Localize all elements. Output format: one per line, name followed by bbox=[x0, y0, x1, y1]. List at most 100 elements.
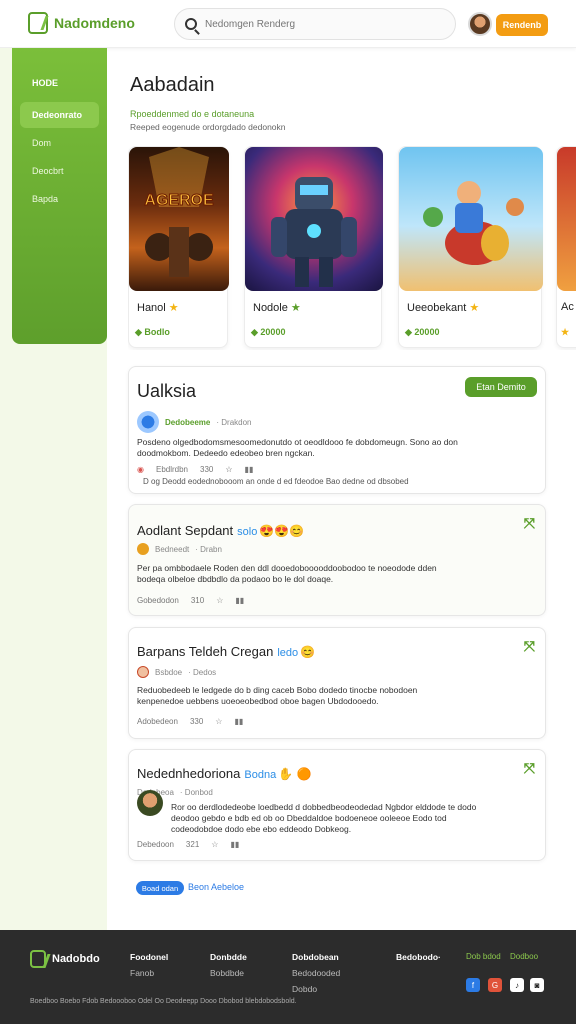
game-card[interactable]: Nodole ★ ◆ 20000 bbox=[244, 146, 383, 348]
site-logo[interactable]: Nadomdeno bbox=[28, 12, 135, 34]
game-title-text: Nodole bbox=[253, 302, 288, 314]
post-body: Per pa ombbodaele Roden den ddl dooedobo… bbox=[137, 563, 535, 585]
post-title: Ualksia bbox=[137, 381, 197, 401]
game-art-image bbox=[557, 147, 576, 291]
footer-column-2: Donbdde Bobdbde bbox=[210, 952, 247, 984]
footer: Nadobdo Foodonel Fanob Donbdde Bobdbde D… bbox=[0, 930, 576, 1024]
post-badge: Bodna bbox=[244, 769, 277, 781]
pagination-pill[interactable]: Boad odan bbox=[136, 881, 184, 895]
post-card: NedednhedorionaBodna✋ 🟠 ⤧ Dedobeoa· Donb… bbox=[128, 749, 546, 861]
game-price: ◆ 20000 bbox=[251, 327, 286, 337]
footer-green-link[interactable]: Dob bdod bbox=[466, 952, 501, 961]
footer-copyright: Boedboo Boebo Fdob Bedoooboo Odel Oo Deo… bbox=[30, 998, 297, 1005]
post-card: Aodlant Sepdant solo 😍😍😊 ⤧ Bedneedt · Drabn… bbox=[128, 504, 546, 616]
post-title-text: Aodlant Sepdant bbox=[137, 523, 234, 538]
post-author[interactable]: Bsbdoe · Dedos bbox=[137, 666, 216, 678]
game-title: Ac bbox=[561, 301, 574, 313]
discord-icon[interactable]: ◙ bbox=[530, 978, 544, 992]
author-tag: · Donbod bbox=[179, 788, 213, 797]
star-icon: ★ bbox=[561, 327, 570, 337]
sidebar-item-1[interactable]: Dedeonrato bbox=[20, 102, 99, 128]
footer-link[interactable]: Bobdbde bbox=[210, 968, 247, 978]
emoji-icons: ✋ 🟠 bbox=[278, 767, 312, 781]
game-card[interactable]: Ac ★ bbox=[556, 146, 576, 348]
footer-heading: Donbdde bbox=[210, 952, 247, 962]
author-name: Bedneedt bbox=[155, 544, 190, 554]
search-icon bbox=[185, 18, 197, 30]
footer-green-link[interactable]: Dodboo bbox=[510, 952, 538, 961]
author-name: Bsbdoe bbox=[155, 667, 183, 677]
star-icon[interactable]: ☆ bbox=[216, 596, 223, 605]
post-author[interactable]: Bedneedt · Drabn bbox=[137, 543, 222, 555]
game-art-image bbox=[399, 147, 543, 291]
google-icon[interactable]: G bbox=[488, 978, 502, 992]
author-avatar bbox=[137, 666, 149, 678]
post-body-line: Ror oo derdlodedeobe loedbedd d dobbedbe… bbox=[171, 802, 477, 812]
bar-chart-icon[interactable]: ▮▮ bbox=[230, 840, 239, 849]
games-carousel: AGEROE Hanol★ ◆ Bodlo Nodole★ ◆ 20000 bbox=[128, 146, 576, 350]
star-icon: ★ bbox=[168, 302, 179, 314]
post-card: Ualksia Etan Demito Dedobeeme · Drakdon P… bbox=[128, 366, 546, 494]
post-meta: ◉ Ebdlrdbn 330 ☆ ▮▮ bbox=[137, 465, 253, 474]
footer-column-4: Bedobodo· bbox=[396, 952, 441, 968]
game-price-text: 20000 bbox=[414, 327, 440, 337]
search-input[interactable] bbox=[205, 18, 425, 30]
game-card[interactable]: AGEROE Hanol ★ ◆ Bodlo bbox=[128, 146, 229, 348]
sidebar-item-2[interactable]: Dom bbox=[20, 130, 99, 156]
post-body-line: doodmokbom. Dedeedo edeobeo bren ngckan. bbox=[137, 448, 315, 458]
emoji-icons: 😍😍😊 bbox=[259, 524, 305, 538]
meta-count: 330 bbox=[189, 717, 204, 726]
meta-count: 330 bbox=[200, 465, 214, 474]
sidebar: HODE Dedeonrato Dom Deocbrt Bapda bbox=[12, 48, 107, 344]
star-icon: ★ bbox=[290, 302, 301, 314]
footer-link[interactable]: Fanob bbox=[130, 968, 168, 978]
game-art-text: AGEROE bbox=[144, 192, 214, 209]
star-icon[interactable]: ☆ bbox=[211, 840, 218, 849]
footer-link[interactable]: Bedodooded bbox=[292, 968, 340, 978]
author-avatar bbox=[137, 411, 159, 433]
sidebar-item-3[interactable]: Deocbrt bbox=[20, 158, 99, 184]
footer-logo[interactable]: Nadobdo bbox=[30, 950, 100, 968]
share-icon[interactable]: ⤧ bbox=[524, 515, 535, 532]
bar-chart-icon[interactable]: ▮▮ bbox=[234, 717, 243, 726]
game-price-text: 20000 bbox=[260, 327, 286, 337]
post-author[interactable]: Dedobeeme · Drakdon bbox=[137, 411, 251, 433]
star-icon[interactable]: ☆ bbox=[215, 717, 222, 726]
post-action-button[interactable]: Etan Demito bbox=[465, 377, 537, 397]
footer-column-3: Dobdobean Bedodooded Dobdo bbox=[292, 952, 340, 1000]
sidebar-title: HODE bbox=[32, 78, 59, 88]
game-card[interactable]: Ueeobekant ★ ◆ 20000 bbox=[398, 146, 543, 348]
logo-icon bbox=[28, 12, 48, 34]
page-subtitle: Rpoeddenmed do e dotaneuna bbox=[130, 109, 255, 119]
facebook-icon[interactable]: f bbox=[466, 978, 480, 992]
post-body-line: kenpenedoe uebbens uoeoeobedbod oboe bag… bbox=[137, 696, 379, 706]
footer-heading: Foodonel bbox=[130, 952, 169, 962]
sidebar-item-4[interactable]: Bapda bbox=[20, 186, 99, 212]
header-cta-button[interactable]: Rendenb bbox=[496, 14, 548, 36]
star-icon[interactable]: ☆ bbox=[225, 465, 232, 474]
post-meta: Gobedodon 310 ☆ ▮▮ bbox=[137, 596, 244, 605]
post-title-text: Barpans Teldeh Cregan bbox=[137, 644, 274, 659]
author-tag: · Drabn bbox=[195, 544, 222, 554]
share-icon[interactable]: ⤧ bbox=[524, 760, 535, 777]
post-card: Barpans Teldeh Cregan ledo 😊 ⤧ Bsbdoe · Ded… bbox=[128, 627, 546, 739]
post-title-text: Nedednhedoriona bbox=[137, 766, 241, 781]
post-badge: ledo bbox=[277, 647, 299, 659]
tiktok-icon[interactable]: ♪ bbox=[510, 978, 524, 992]
game-art-image: AGEROE bbox=[129, 147, 229, 291]
bar-chart-icon[interactable]: ▮▮ bbox=[245, 465, 254, 474]
game-title-text: Ueeobekant bbox=[407, 302, 467, 314]
footer-link[interactable]: Dobdo bbox=[292, 984, 340, 994]
search-bar[interactable] bbox=[174, 8, 456, 40]
post-body: Posdeno olgedbodomsmesoomedonutdo ot oeo… bbox=[137, 437, 535, 459]
game-art-image bbox=[245, 147, 383, 291]
meta-label: Debedoon bbox=[137, 840, 174, 849]
post-badge: solo bbox=[237, 526, 258, 538]
footer-logo-text: Nadobdo bbox=[52, 953, 100, 965]
pagination-link[interactable]: Beon Aebeloe bbox=[188, 882, 244, 892]
footer-column-1: Foodonel Fanob bbox=[130, 952, 168, 984]
share-icon[interactable]: ⤧ bbox=[524, 638, 535, 655]
post-meta: Adobedeon 330 ☆ ▮▮ bbox=[137, 717, 243, 726]
bar-chart-icon[interactable]: ▮▮ bbox=[235, 596, 244, 605]
user-avatar[interactable] bbox=[468, 12, 492, 36]
